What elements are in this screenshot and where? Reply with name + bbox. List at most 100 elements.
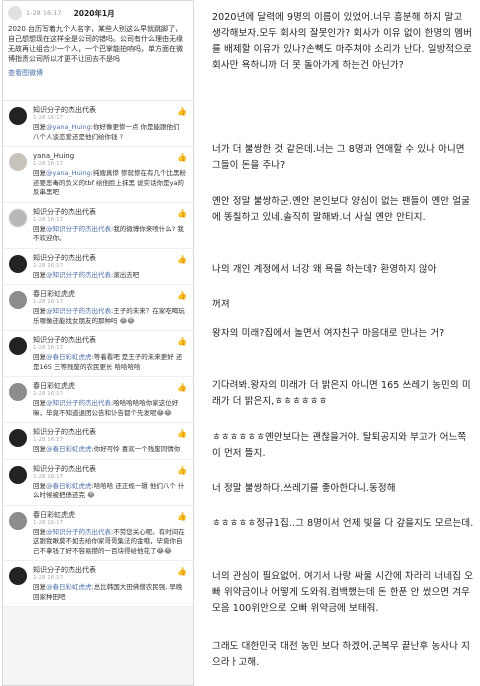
comment-author[interactable]: 知识分子的杰出代表 (33, 105, 188, 115)
like-icon[interactable]: 👍 (177, 255, 187, 264)
reply-prefix: 回复 (33, 169, 46, 177)
reply-mention-link[interactable]: @知识分子的杰出代表 (46, 225, 111, 233)
comment-date: 1-28 16:17 (33, 519, 64, 526)
like-icon[interactable]: 👍 (177, 429, 187, 438)
comment-text: 回复@春日彩虹虎虎:哈哈哈 还正规一辑 他们八个 什么时候被把债还完 😂 (33, 482, 188, 501)
comment-list: 知识分子的杰出代表 1-28 16:17 👍 回复@yana_Huing:你好像更惨一… (3, 101, 193, 607)
comment-text: 回复@知识分子的杰出代表:哈哈哈哈哈你家这位好嘛，毕竟不知道退团公告和讣告都个先… (33, 399, 188, 418)
reply-mention-link[interactable]: @yana_Huing (46, 123, 91, 131)
avatar[interactable] (9, 511, 27, 530)
post-title: 2020年1月 (73, 8, 115, 18)
comment-author[interactable]: 知识分子的杰出代表 (33, 565, 188, 575)
comment-item: 知识分子的杰出代表 1-28 16:17 👍 回复@知识分子的杰出代表:我的微博你来喷… (3, 203, 193, 249)
comment-author[interactable]: 知识分子的杰出代表 (33, 253, 188, 263)
like-icon[interactable]: 👍 (177, 291, 187, 300)
like-icon[interactable]: 👍 (177, 209, 187, 218)
reply-mention-link[interactable]: @yana_Huing (46, 169, 91, 177)
comment-date: 1-28 16:17 (33, 473, 64, 480)
comment-author[interactable]: 知识分子的杰出代表 (33, 335, 188, 345)
comment-date: 1-28 16:17 (33, 115, 64, 121)
comment-item: 知识分子的杰出代表 1-28 16:17 👍 回复@春日彩虹虎虎:哈哈哈 还正规一辑 … (3, 460, 193, 506)
reply-mention-link[interactable]: @春日彩虹虎虎 (46, 583, 92, 591)
comment-item: 知识分子的杰出代表 1-28 16:17 👍 回复@知识分子的杰出代表:滚出去吧 (3, 249, 193, 285)
reply-mention-link[interactable]: @知识分子的杰出代表 (46, 307, 111, 315)
comment-item: 春日彩虹虎虎 1-28 16:17 👍 回复@知识分子的杰出代表:不劳您关心呢。有时间… (3, 506, 193, 561)
translation-paragraph: ㅎㅎㅎㅎㅎ정규1집..그 8명이서 언제 빚을 다 갚을지도 모르는데. (212, 518, 474, 529)
reply-prefix: 回复 (33, 445, 46, 453)
avatar[interactable] (9, 107, 27, 125)
reply-mention-link[interactable]: @知识分子的杰出代表 (46, 399, 111, 407)
comment-author[interactable]: 知识分子的杰出代表 (33, 207, 188, 217)
translation-paragraph: 너의 관심이 필요없어. 여기서 나랑 싸울 시간에 차라리 너네집 오빠 위약… (212, 571, 474, 614)
translation-panel: 2020년에 달력에 9명의 이름이 있었어.너무 흥분해 하지 말고 생각해보… (208, 0, 478, 686)
comment-date: 1-28 16:17 (33, 345, 64, 351)
comment-author[interactable]: yana_Huing (33, 151, 188, 161)
comment-item: 知识分子的杰出代表 1-28 16:17 👍 回复@春日彩虹虎虎:你好可怜 喜欢一个残… (3, 423, 193, 460)
comment-text: 回复@知识分子的杰出代表:不劳您关心呢。有时间在这跟我瞅莫不如去给你家哥哥集法的… (33, 528, 188, 557)
comment-author[interactable]: 知识分子的杰出代表 (33, 464, 188, 474)
reply-mention-link[interactable]: @春日彩虹虎虎 (46, 353, 92, 361)
avatar[interactable] (9, 291, 27, 309)
comment-text: 回复@yana_Huing:你好像更惨一点 你是能跟他们 八个人谈恋爱还是他们给… (33, 123, 188, 142)
reply-prefix: 回复 (33, 399, 46, 407)
reply-prefix: 回复 (33, 270, 46, 279)
comment-text: 回复@春日彩虹虎虎:总比韩国大田佛僧农民强, 早晚回家种田吧 (33, 583, 188, 602)
avatar[interactable] (9, 337, 27, 355)
like-icon[interactable]: 👍 (177, 383, 187, 392)
reply-mention-link[interactable]: @知识分子的杰出代表 (46, 271, 111, 279)
comment-item: yana_Huing 1-28 16:17 👍 回复@yana_Huing:纯嫂真惨 … (3, 147, 193, 203)
comment-date: 1-28 16:17 (33, 299, 64, 305)
post-date: 1-28 16:17 (26, 9, 62, 17)
like-icon[interactable]: 👍 (177, 337, 187, 346)
reply-prefix: 回复 (33, 123, 46, 131)
translation-paragraph: 나의 개인 계정에서 너강 왜 욕을 하는데? 환영하지 않아 (212, 264, 437, 275)
comment-author[interactable]: 春日彩虹虎虎 (33, 381, 188, 391)
comment-text: 回复@知识分子的杰出代表:我的微博你来喷什么? 我不欢迎你。 (33, 225, 188, 244)
translation-paragraph: 꺼져 (212, 299, 230, 310)
weibo-post: 1-28 16:17 2020年1月 2020 台历写着九个人名字，某些人别这么… (3, 1, 193, 101)
avatar[interactable] (9, 383, 27, 401)
comment-date: 1-28 16:17 (33, 575, 64, 581)
weibo-screenshot-panel: 1-28 16:17 2020年1月 2020 台历写着九个人名字，某些人别这么… (2, 0, 194, 686)
comment-text: 回复@yana_Huing:纯嫂真惨 惨就惨在有几个比黑粉还要恶毒的负义的tbf… (33, 169, 188, 198)
like-icon[interactable]: 👍 (177, 107, 187, 116)
comment-date: 1-28 16:17 (33, 216, 64, 223)
reply-prefix: 回复 (33, 481, 46, 490)
avatar[interactable] (9, 153, 27, 171)
comment-date: 1-28 16:17 (33, 262, 64, 269)
comment-date: 1-28 16:17 (33, 161, 64, 167)
avatar[interactable] (9, 208, 27, 227)
comment-item: 知识分子的杰出代表 1-28 16:17 👍 回复@春日彩虹虎虎:总比韩国大田佛僧农民… (3, 561, 193, 607)
translation-paragraph: 2020년에 달력에 9명의 이름이 있었어.너무 흥분해 하지 말고 생각해보… (212, 12, 472, 71)
reply-mention-link[interactable]: @春日彩虹虎虎 (46, 482, 92, 490)
reply-prefix: 回复 (33, 527, 46, 536)
avatar[interactable] (9, 465, 27, 484)
comment-author[interactable]: 春日彩虹虎虎 (33, 510, 188, 520)
translation-paragraph: 너 정말 불쌍하다.쓰레기를 좋아한다니.동정해 (212, 483, 396, 494)
reply-body: :滚出去吧 (111, 270, 140, 279)
comment-author[interactable]: 知识分子的杰出代表 (33, 427, 188, 437)
post-body: 2020 台历写着九个人名字，某些人别这么早就跳脚了，自己想想现在这样全是公司的… (8, 25, 183, 63)
comment-date: 1-28 16:17 (33, 391, 64, 397)
like-icon[interactable]: 👍 (177, 466, 187, 475)
view-image-link[interactable]: 查看图微博 (8, 68, 188, 78)
comment-date: 1-28 16:17 (33, 437, 64, 443)
avatar[interactable] (9, 567, 27, 585)
like-icon[interactable]: 👍 (177, 567, 187, 576)
avatar[interactable] (9, 429, 27, 447)
reply-mention-link[interactable]: @春日彩虹虎虎 (46, 445, 92, 453)
comment-text: 回复@春日彩虹虎虎:等着看吧 是王子的未来更好 还是165 三等残废的农民更长 … (33, 353, 188, 372)
avatar[interactable] (8, 6, 22, 20)
avatar[interactable] (9, 254, 27, 273)
translation-paragraph: 그래도 대한민국 대전 농민 보다 하겠어.군복무 끝난후 농사나 지으라ㅏ고해… (212, 641, 470, 668)
translation-paragraph: ㅎㅎㅎㅎㅎㅎ옌안보다는 괜찮을거야. 탈퇴공지와 부고가 어느쪽이 먼저 뜰지. (212, 432, 467, 459)
comment-text: 回复@知识分子的杰出代表:王子的未来？在家吃喝玩乐哪像还能找女朋友的那种吗 😂😂 (33, 307, 188, 326)
comment-author[interactable]: 春日彩虹虎虎 (33, 289, 188, 299)
reply-prefix: 回复 (33, 583, 46, 591)
like-icon[interactable]: 👍 (177, 153, 187, 162)
comment-item: 知识分子的杰出代表 1-28 16:17 👍 回复@yana_Huing:你好像更惨一… (3, 101, 193, 147)
translation-paragraph: 기다려봐.왕자의 미래가 더 밝은지 아니면 165 쓰레기 농민의 미래가 더… (212, 380, 471, 407)
reply-mention-link[interactable]: @知识分子的杰出代表 (46, 528, 111, 536)
reply-prefix: 回复 (33, 307, 46, 315)
like-icon[interactable]: 👍 (177, 512, 187, 521)
